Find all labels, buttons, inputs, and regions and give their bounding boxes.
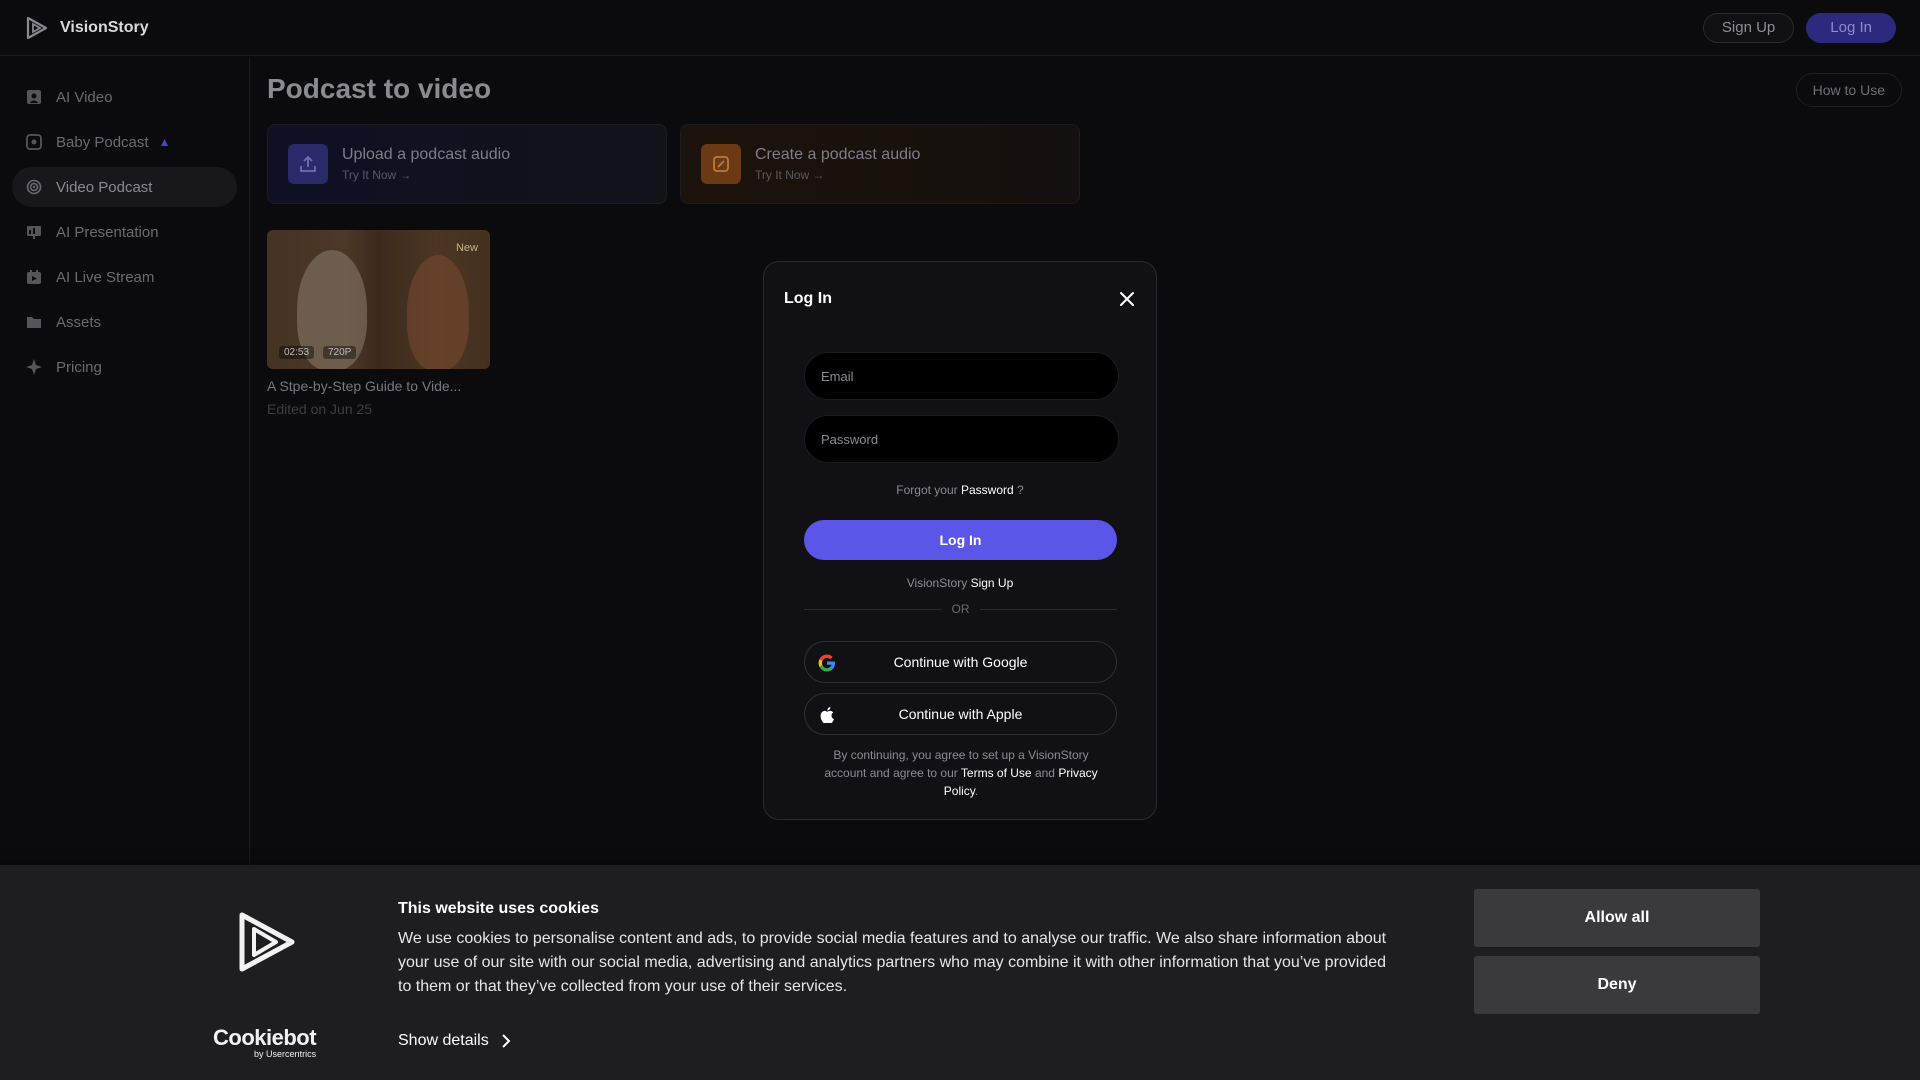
video-edited-date: Edited on Jun 25: [267, 401, 373, 417]
podcast-icon: [26, 179, 42, 195]
sidebar-item-label: AI Presentation: [56, 223, 159, 241]
sidebar-item-assets[interactable]: Assets: [12, 302, 237, 342]
card-title: Create a podcast audio: [755, 146, 921, 163]
continue-with-google-button[interactable]: Continue with Google: [804, 641, 1117, 683]
folder-icon: [26, 314, 42, 330]
try-it-now-link[interactable]: Try It Now →: [342, 168, 510, 182]
sidebar-item-ai-live-stream[interactable]: AI Live Stream: [12, 257, 237, 297]
sidebar-item-video-podcast[interactable]: Video Podcast: [12, 167, 237, 207]
sidebar-item-ai-video[interactable]: AI Video: [12, 77, 237, 117]
signup-button[interactable]: Sign Up: [1702, 12, 1795, 43]
apple-button-label: Continue with Apple: [898, 706, 1023, 722]
top-bar: VisionStory Sign Up Log In: [0, 0, 1920, 56]
person-figure: [407, 255, 469, 369]
signup-prefix: VisionStory: [906, 576, 968, 590]
login-submit-button[interactable]: Log In: [804, 520, 1117, 560]
duration-tag: 02:53: [279, 346, 315, 359]
modal-title: Log In: [784, 290, 832, 307]
google-icon: [817, 653, 837, 673]
sidebar-item-pricing[interactable]: Pricing: [12, 347, 237, 387]
sidebar-item-label: Baby Podcast: [56, 133, 149, 151]
sparkle-icon: [26, 359, 42, 375]
password-field[interactable]: [804, 415, 1119, 463]
google-button-label: Continue with Google: [893, 654, 1028, 670]
brand[interactable]: VisionStory: [24, 15, 149, 41]
visionstory-logo-icon: [238, 911, 296, 978]
sidebar-item-baby-podcast[interactable]: Baby Podcast ▲: [12, 122, 237, 162]
continue-with-apple-button[interactable]: Continue with Apple: [804, 693, 1117, 735]
show-details-button[interactable]: Show details: [398, 1032, 511, 1050]
cookiebot-wordmark: Cookiebot: [213, 1025, 317, 1050]
upload-icon: [288, 144, 328, 184]
video-thumbnail[interactable]: New 02:53 720P: [267, 230, 490, 369]
login-button[interactable]: Log In: [1806, 12, 1896, 43]
sidebar-item-label: Pricing: [56, 358, 102, 376]
cookiebot-logo: Cookiebot by Usercentrics: [213, 1025, 317, 1059]
or-divider: OR: [804, 602, 1117, 616]
forgot-password-line: Forgot your Password ?: [764, 483, 1156, 497]
sidebar-item-label: AI Live Stream: [56, 268, 155, 286]
forgot-prefix: Forgot your: [896, 483, 958, 497]
terms-of-use-link[interactable]: Terms of Use: [961, 766, 1032, 780]
create-podcast-card[interactable]: Create a podcast audio Try It Now →: [680, 124, 1080, 204]
create-icon: [701, 144, 741, 184]
video-title[interactable]: A Stpe-by-Step Guide to Vide...: [267, 378, 461, 394]
ai-video-icon: [26, 89, 42, 105]
signup-line: VisionStory Sign Up: [764, 576, 1156, 590]
cookie-description: We use cookies to personalise content an…: [398, 930, 1387, 995]
forgot-suffix: ?: [1017, 483, 1024, 497]
page-title: Podcast to video: [267, 73, 492, 104]
legal-period: .: [974, 784, 979, 798]
sidebar: AI Video Baby Podcast ▲ Video Podcast AI…: [0, 57, 250, 867]
deny-button[interactable]: Deny: [1474, 956, 1760, 1014]
allow-all-button[interactable]: Allow all: [1474, 889, 1760, 947]
try-it-now-link[interactable]: Try It Now →: [755, 168, 920, 182]
resolution-tag: 720P: [323, 346, 357, 359]
show-details-label: Show details: [398, 1032, 489, 1049]
cookie-banner: Cookiebot by Usercentrics This website u…: [0, 865, 1920, 1080]
apple-icon: [817, 705, 837, 725]
logo-icon: [26, 16, 48, 39]
sidebar-item-ai-presentation[interactable]: AI Presentation: [12, 212, 237, 252]
live-stream-icon: [26, 269, 42, 285]
close-icon[interactable]: [1116, 288, 1138, 310]
upload-podcast-card[interactable]: Upload a podcast audio Try It Now →: [267, 124, 667, 204]
legal-notice: By continuing, you agree to set up a Vis…: [814, 746, 1108, 800]
baby-podcast-icon: [26, 134, 42, 150]
new-badge: New: [455, 242, 478, 254]
card-title: Upload a podcast audio: [342, 146, 511, 163]
login-modal: Log In Forgot your Password ? Log In Vis…: [763, 261, 1157, 820]
sidebar-item-label: Assets: [56, 313, 102, 331]
forgot-password-link[interactable]: Password: [961, 483, 1014, 497]
sidebar-item-label: Video Podcast: [56, 178, 153, 196]
sidebar-item-label: AI Video: [56, 88, 113, 106]
how-to-use-button[interactable]: How to Use: [1795, 73, 1902, 107]
legal-and: and: [1034, 766, 1055, 780]
brand-name: VisionStory: [60, 18, 149, 36]
or-label: OR: [951, 602, 970, 616]
cookie-title: This website uses cookies: [398, 900, 599, 917]
chevron-right-icon: [502, 1034, 511, 1048]
presentation-icon: [26, 224, 42, 240]
email-field[interactable]: [804, 352, 1119, 400]
signup-link[interactable]: Sign Up: [971, 576, 1014, 590]
hot-badge-icon: ▲: [158, 135, 171, 149]
